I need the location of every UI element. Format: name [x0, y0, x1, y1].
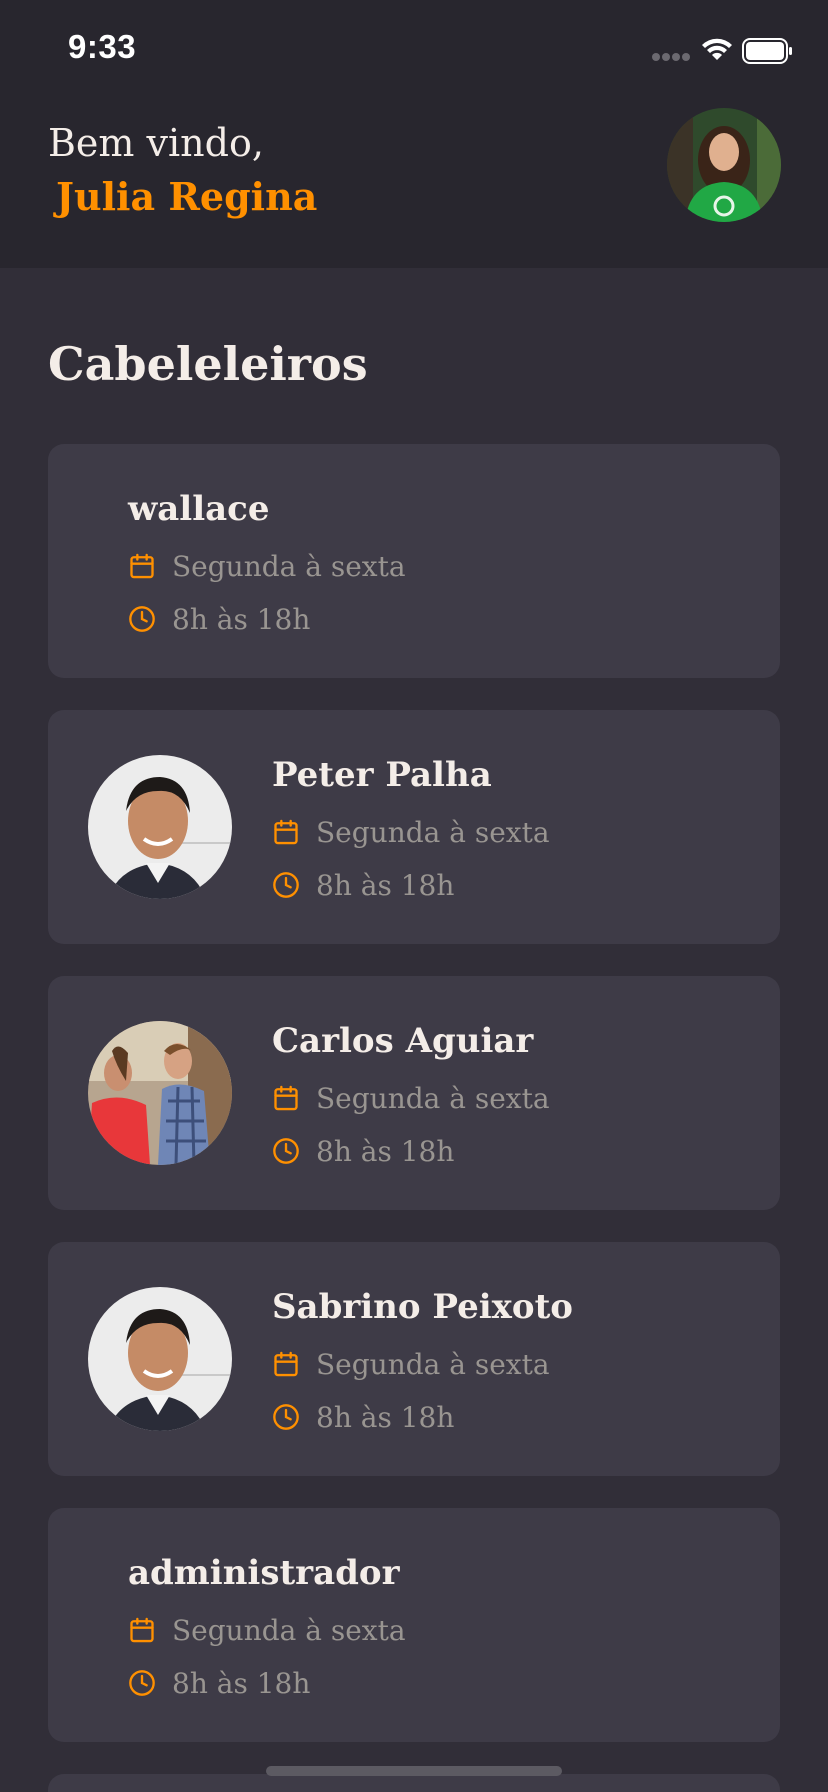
greeting: Bem vindo,: [48, 121, 264, 165]
provider-name: Sabrino Peixoto: [272, 1287, 573, 1327]
provider-days: Segunda à sexta: [128, 1610, 406, 1650]
days-label: Segunda à sexta: [316, 815, 550, 849]
cellular-signal-icon: [652, 53, 692, 63]
provider-avatar: [88, 755, 232, 899]
provider-days: Segunda à sexta: [272, 1078, 550, 1118]
battery-icon: [742, 38, 792, 64]
calendar-icon: [130, 1617, 154, 1643]
user-name: Julia Regina: [56, 174, 318, 219]
wifi-icon: [702, 38, 732, 60]
provider-hours: 8h às 18h: [128, 1663, 310, 1703]
calendar-icon: [274, 1085, 298, 1111]
calendar-icon: [130, 553, 154, 579]
provider-card[interactable]: Sabrino Peixoto Segunda à sexta 8h às 18…: [48, 1242, 780, 1476]
provider-avatar: [88, 1021, 232, 1165]
status-bar: 9:33: [0, 0, 828, 90]
days-label: Segunda à sexta: [316, 1347, 550, 1381]
provider-name: administrador: [128, 1553, 400, 1593]
status-time: 9:33: [68, 28, 137, 65]
provider-card[interactable]: Carlos Aguiar Segunda à sexta 8h às 18h: [48, 976, 780, 1210]
provider-name: Peter Palha: [272, 755, 492, 795]
provider-days: Segunda à sexta: [128, 546, 406, 586]
section-title: Cabeleleiros: [48, 337, 368, 391]
header: Bem vindo, Julia Regina: [0, 90, 828, 268]
provider-name: wallace: [128, 489, 270, 529]
provider-hours: 8h às 18h: [128, 599, 310, 639]
provider-days: Segunda à sexta: [272, 812, 550, 852]
provider-hours: 8h às 18h: [272, 865, 454, 905]
user-avatar-image: [667, 108, 781, 222]
hours-label: 8h às 18h: [172, 602, 311, 636]
calendar-icon: [274, 819, 298, 845]
hours-label: 8h às 18h: [316, 1134, 455, 1168]
user-avatar[interactable]: [667, 108, 781, 222]
days-label: Segunda à sexta: [316, 1081, 550, 1115]
provider-avatar-image: [88, 1287, 232, 1431]
hours-label: 8h às 18h: [172, 1666, 311, 1700]
hours-label: 8h às 18h: [316, 868, 455, 902]
provider-card[interactable]: [48, 1774, 780, 1792]
clock-icon: [273, 872, 299, 898]
clock-icon: [129, 1670, 155, 1696]
provider-hours: 8h às 18h: [272, 1397, 454, 1437]
provider-hours: 8h às 18h: [272, 1131, 454, 1171]
provider-avatar-image: [88, 1021, 232, 1165]
provider-name: Carlos Aguiar: [272, 1021, 534, 1061]
calendar-icon: [274, 1351, 298, 1377]
clock-icon: [129, 606, 155, 632]
provider-card[interactable]: Peter Palha Segunda à sexta 8h às 18h: [48, 710, 780, 944]
provider-card[interactable]: administrador Segunda à sexta 8h às 18h: [48, 1508, 780, 1742]
provider-days: Segunda à sexta: [272, 1344, 550, 1384]
days-label: Segunda à sexta: [172, 549, 406, 583]
provider-avatar-image: [88, 755, 232, 899]
clock-icon: [273, 1138, 299, 1164]
provider-card[interactable]: wallace Segunda à sexta 8h às 18h: [48, 444, 780, 678]
hours-label: 8h às 18h: [316, 1400, 455, 1434]
home-indicator: [266, 1766, 562, 1776]
clock-icon: [273, 1404, 299, 1430]
days-label: Segunda à sexta: [172, 1613, 406, 1647]
provider-avatar: [88, 1287, 232, 1431]
